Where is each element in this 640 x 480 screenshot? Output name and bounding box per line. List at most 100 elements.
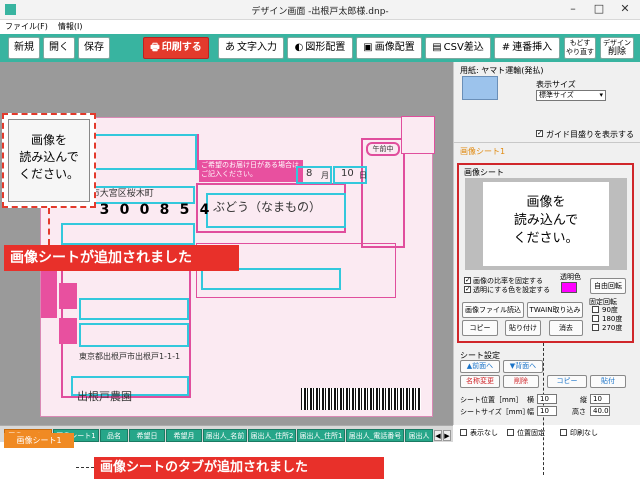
- sender-phone-field[interactable]: [79, 298, 189, 320]
- maximize-button[interactable]: □: [586, 0, 612, 18]
- size-label: シートサイズ［mm］: [460, 408, 530, 416]
- display-size-select[interactable]: 標準サイズ ▾: [536, 90, 606, 101]
- serial-label: 連番挿入: [512, 42, 553, 53]
- open-button[interactable]: 開く: [43, 37, 75, 59]
- slip-label-a: [59, 283, 77, 309]
- menu-info[interactable]: 情報(I): [53, 20, 88, 33]
- digit-6: 4: [199, 202, 210, 218]
- postal-code-field[interactable]: [87, 134, 197, 170]
- rot180-checkbox[interactable]: [592, 315, 599, 322]
- preview-placeholder: 画像を 読み込んで ください。: [483, 182, 609, 266]
- tab-scroll-left-icon[interactable]: ◀: [434, 430, 442, 441]
- transparent-checkbox[interactable]: ✓: [464, 286, 471, 293]
- csv-icon: ▤: [432, 42, 442, 53]
- no-display-checkbox[interactable]: [460, 429, 467, 436]
- pos-y-input[interactable]: 10: [590, 394, 610, 404]
- transparent-color-swatch[interactable]: [561, 282, 577, 293]
- time-slot-text: 午前中: [372, 145, 394, 153]
- copy-button[interactable]: コピー: [462, 320, 498, 336]
- print-button[interactable]: 🖶 印刷する: [143, 37, 209, 59]
- placeholder-line-2: 読み込んで: [19, 150, 79, 164]
- image-sheet-on-canvas[interactable]: 画像を 読み込んで ください。: [2, 113, 96, 208]
- image-sheet-preview[interactable]: 画像を 読み込んで ください。: [465, 178, 627, 270]
- width-input[interactable]: 10: [537, 406, 557, 416]
- printer-icon: 🖶: [150, 42, 160, 53]
- csv-button[interactable]: ▤ CSV差込: [425, 37, 491, 59]
- rot90-checkbox[interactable]: [592, 306, 599, 313]
- digit-2: 0: [119, 202, 130, 218]
- close-button[interactable]: ✕: [612, 0, 638, 18]
- barcode: [301, 388, 421, 410]
- digit-5: 5: [179, 202, 190, 218]
- text-input-button[interactable]: あ文字入力: [218, 37, 284, 59]
- copy-sheet-button[interactable]: コピー: [547, 375, 587, 388]
- placeholder-line-3: ください。: [18, 167, 79, 181]
- display-size-label: 表示サイズ: [536, 80, 576, 89]
- chevron-down-icon: ▾: [599, 91, 603, 99]
- undo-button[interactable]: もどす やり直す: [564, 37, 596, 59]
- csv-label: CSV差込: [443, 42, 484, 53]
- minimize-button[interactable]: –: [560, 0, 586, 18]
- redo-label: やり直す: [566, 48, 594, 56]
- paste-button[interactable]: 貼り付け: [505, 320, 541, 336]
- undo-label: もどす: [569, 39, 591, 47]
- month-unit: 月: [321, 171, 329, 180]
- item-name-text: ぶどう（なまもの）: [213, 200, 322, 214]
- height-input[interactable]: 40.0: [590, 406, 610, 416]
- size-ht-label: 高さ: [572, 408, 586, 416]
- twain-button[interactable]: TWAIN取り込み: [527, 302, 583, 318]
- serial-button[interactable]: # 連番挿入: [494, 37, 560, 59]
- digit-1: 3: [99, 202, 110, 218]
- tab-sender[interactable]: 届出人: [405, 429, 433, 442]
- shape-button[interactable]: ◐ 図形配置: [287, 37, 353, 59]
- guide-checkbox[interactable]: ✓: [536, 130, 543, 137]
- delete-button[interactable]: 削除: [503, 375, 539, 388]
- erase-button[interactable]: 消去: [549, 320, 583, 336]
- slip-date-box: [401, 116, 435, 154]
- tab-desired-day[interactable]: 希望日: [129, 429, 165, 442]
- rot270-checkbox[interactable]: [592, 324, 599, 331]
- pos-x-input[interactable]: 10: [537, 394, 557, 404]
- window-title: デザイン画面 -出根戸太郎様.dnp-: [251, 7, 389, 17]
- no-display-label: 表示なし: [470, 429, 498, 437]
- design-delete-label: 削除: [607, 47, 626, 57]
- no-print-checkbox[interactable]: [560, 429, 567, 436]
- slip-label-b: [59, 318, 77, 344]
- load-file-button[interactable]: 画像ファイル読込: [462, 302, 524, 318]
- back-button[interactable]: ▼背面へ: [503, 360, 543, 373]
- tab-item-name[interactable]: 品名: [100, 429, 128, 442]
- menu-file[interactable]: ファイル(F): [0, 20, 53, 33]
- tab-sender-address-1[interactable]: 届出人_住所1: [297, 429, 345, 442]
- design-delete-button[interactable]: デザイン 削除: [600, 37, 634, 59]
- pos-fixed-checkbox[interactable]: [507, 429, 514, 436]
- text-icon: あ: [225, 42, 235, 53]
- pos-v-label: 縦: [580, 396, 587, 404]
- digit-4: 8: [159, 202, 170, 218]
- image-button[interactable]: ▣ 画像配置: [356, 37, 422, 59]
- tab-sender-address-2[interactable]: 届出人_住所2: [248, 429, 296, 442]
- save-button[interactable]: 保存: [78, 37, 110, 59]
- new-button[interactable]: 新規: [8, 37, 40, 59]
- item-name-field-2[interactable]: [201, 268, 341, 290]
- no-print-label: 印刷なし: [570, 429, 598, 437]
- recipient-name-field[interactable]: [61, 223, 195, 245]
- display-size-value: 標準サイズ: [539, 91, 574, 99]
- paste-sheet-button[interactable]: 貼付: [590, 375, 626, 388]
- sender-address-field[interactable]: [79, 323, 189, 347]
- transparent-color-label: 透明色: [560, 273, 581, 281]
- digit-3: 0: [139, 202, 150, 218]
- tab-sender-phone[interactable]: 届出人_電話番号: [346, 429, 404, 442]
- tab-sender-name[interactable]: 届出人_名前: [203, 429, 247, 442]
- section-divider: [454, 142, 640, 143]
- sender-name-text: 出根戸農園: [77, 390, 132, 403]
- front-button[interactable]: ▲前面へ: [460, 360, 500, 373]
- keep-ratio-checkbox[interactable]: ✓: [464, 277, 471, 284]
- free-rotate-button[interactable]: 自由回転: [590, 278, 626, 294]
- day-value: 10: [341, 168, 354, 179]
- placeholder-frame: 画像を 読み込んで ください。: [8, 119, 90, 202]
- rename-button[interactable]: 名称変更: [460, 375, 500, 388]
- image-label: 画像配置: [374, 42, 415, 53]
- notice-text: ご希望のお届け日がある場合はご記入ください。: [201, 161, 299, 178]
- tab-scroll-right-icon[interactable]: ▶: [443, 430, 451, 441]
- tab-desired-month[interactable]: 希望月: [166, 429, 202, 442]
